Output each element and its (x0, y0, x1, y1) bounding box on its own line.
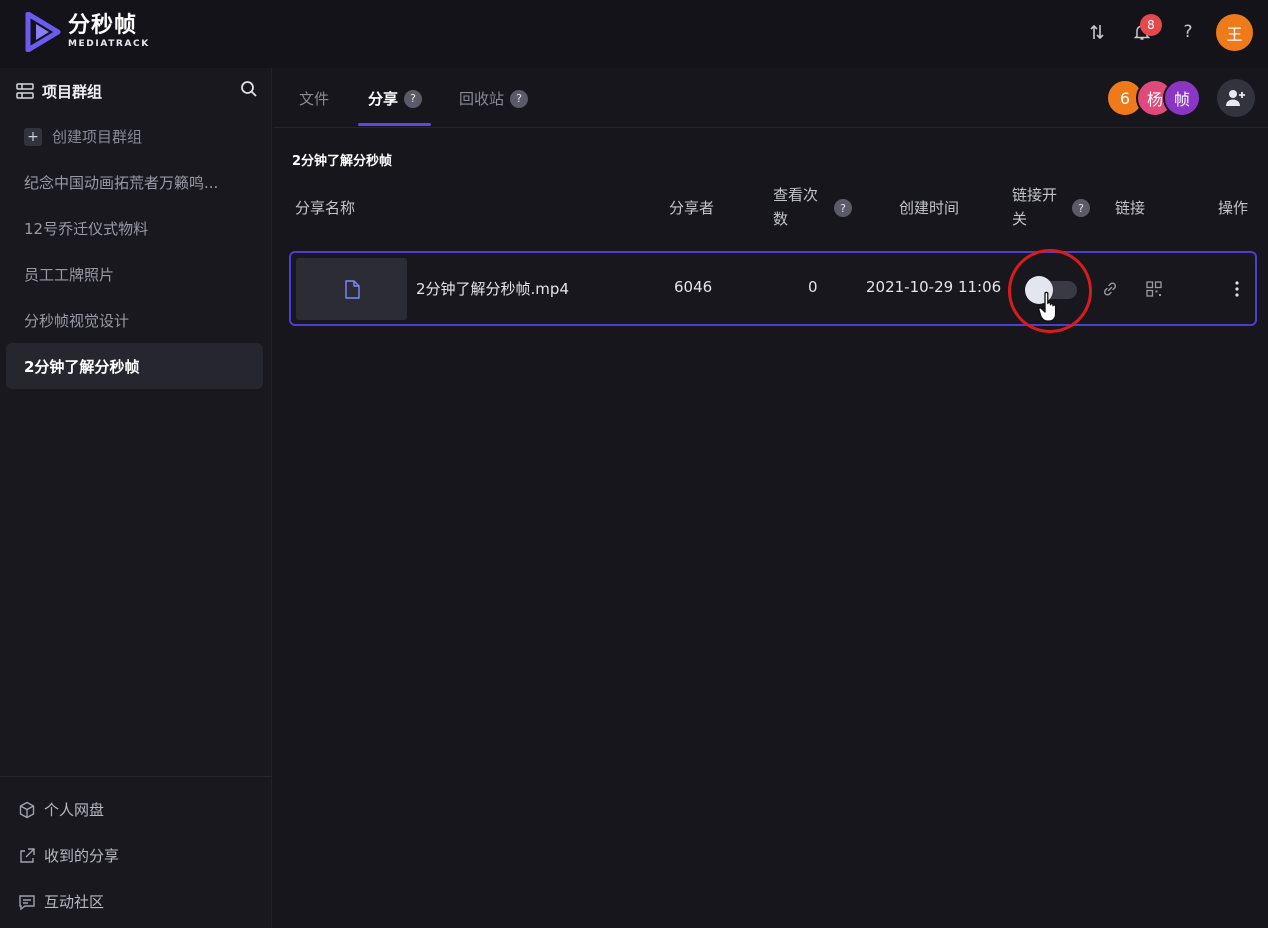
share-icon (20, 847, 35, 863)
column-header-sharer: 分享者 (669, 199, 715, 217)
tab-trash[interactable]: 回收站 ? (459, 88, 529, 109)
create-group-label: 创建项目群组 (52, 128, 143, 146)
help-icon[interactable]: ? (510, 89, 529, 108)
copy-link-icon[interactable] (1101, 280, 1119, 298)
column-header-switch-line1: 链接开 (1012, 186, 1058, 204)
sidebar-header: 项目群组 (16, 80, 258, 102)
app-name-en: MEDIATRACK (68, 39, 150, 49)
sharer-id: 6046 (674, 278, 713, 296)
sidebar-bottom-nav: 个人网盘 收到的分享 互动社区 (0, 776, 272, 928)
column-header-link: 链接 (1115, 199, 1146, 217)
column-header-views-line2: 数 (773, 210, 789, 228)
group-title: 2分钟了解分秒帧 (292, 154, 393, 169)
help-icon[interactable]: ? (404, 89, 423, 108)
group-item-label: 12号乔迁仪式物料 (24, 219, 149, 238)
column-header-switch: 链接开 关 (1012, 183, 1057, 231)
transfer-icon[interactable] (1085, 20, 1109, 44)
column-header-views-line1: 查看次 (773, 186, 819, 204)
member-avatar: 帧 (1163, 79, 1201, 117)
plus-icon: + (24, 127, 42, 146)
search-icon[interactable] (240, 80, 258, 98)
logo-icon (25, 12, 61, 52)
tab-bar: 文件 分享 ? 回收站 ? 6 杨 帧 (273, 68, 1268, 128)
group-item-active[interactable]: 2分钟了解分秒帧 (6, 343, 263, 389)
nav-community[interactable]: 互动社区 (18, 891, 104, 912)
group-item[interactable]: 12号乔迁仪式物料 (6, 205, 263, 251)
app-logo[interactable]: 分秒帧 MEDIATRACK (24, 12, 150, 52)
notification-badge: 8 (1140, 14, 1162, 36)
nav-label: 个人网盘 (44, 801, 105, 819)
active-tab-indicator (358, 123, 431, 126)
tab-label: 文件 (299, 90, 330, 108)
nav-label: 收到的分享 (44, 847, 120, 865)
file-icon (344, 279, 360, 299)
message-icon (19, 894, 35, 910)
file-thumbnail[interactable] (296, 258, 407, 320)
app-name: 分秒帧 (68, 13, 138, 38)
group-item-label: 2分钟了解分秒帧 (24, 357, 140, 376)
help-button[interactable]: ? (1176, 20, 1200, 44)
help-icon[interactable]: ? (834, 199, 852, 217)
more-actions-icon[interactable] (1228, 280, 1246, 298)
tab-label: 分享 (368, 90, 399, 108)
share-name[interactable]: 2分钟了解分秒帧.mp4 (416, 278, 569, 299)
cube-icon (19, 801, 35, 818)
add-user-icon (1226, 90, 1245, 106)
tab-files[interactable]: 文件 (299, 88, 329, 109)
group-item-label: 纪念中国动画拓荒者万籁鸣... (24, 173, 219, 192)
nav-label: 互动社区 (44, 893, 105, 911)
sidebar-title: 项目群组 (42, 82, 103, 101)
qr-code-icon[interactable] (1145, 280, 1163, 298)
column-header-switch-line2: 关 (1012, 210, 1028, 228)
column-header-actions: 操作 (1218, 199, 1249, 217)
table-row[interactable]: 2分钟了解分秒帧.mp4 6046 0 2021-10-29 11:06 (289, 249, 1257, 333)
main-panel: 文件 分享 ? 回收站 ? 6 杨 帧 2分钟了解分秒帧 分享名称 分享者 查看… (273, 68, 1268, 928)
group-item-label: 分秒帧视觉设计 (24, 311, 130, 330)
nav-personal-drive[interactable]: 个人网盘 (18, 799, 104, 820)
tab-label: 回收站 (459, 90, 505, 108)
group-item[interactable]: 分秒帧视觉设计 (6, 297, 263, 343)
column-header-name: 分享名称 (295, 199, 356, 217)
group-item[interactable]: 纪念中国动画拓荒者万籁鸣... (6, 159, 263, 205)
column-header-created: 创建时间 (899, 199, 960, 217)
tab-share[interactable]: 分享 ? (368, 88, 423, 109)
nav-received-shares[interactable]: 收到的分享 (18, 845, 119, 866)
group-item[interactable]: 员工工牌照片 (6, 251, 263, 297)
create-group-button[interactable]: + 创建项目群组 (24, 126, 142, 147)
group-item-label: 员工工牌照片 (24, 265, 115, 284)
view-count: 0 (808, 278, 818, 296)
user-avatar[interactable]: 王 (1216, 14, 1253, 51)
column-header-views: 查看次 数 (773, 183, 818, 231)
created-time: 2021-10-29 11:06 (866, 278, 1002, 296)
invite-member-button[interactable] (1217, 79, 1255, 117)
hand-cursor-icon (1038, 291, 1057, 322)
group-list-icon (16, 83, 34, 99)
help-icon[interactable]: ? (1072, 199, 1090, 217)
top-bar: 分秒帧 MEDIATRACK 8 ? 王 (0, 0, 1268, 68)
sidebar: 项目群组 + 创建项目群组 纪念中国动画拓荒者万籁鸣... 12号乔迁仪式物料 … (0, 68, 272, 928)
